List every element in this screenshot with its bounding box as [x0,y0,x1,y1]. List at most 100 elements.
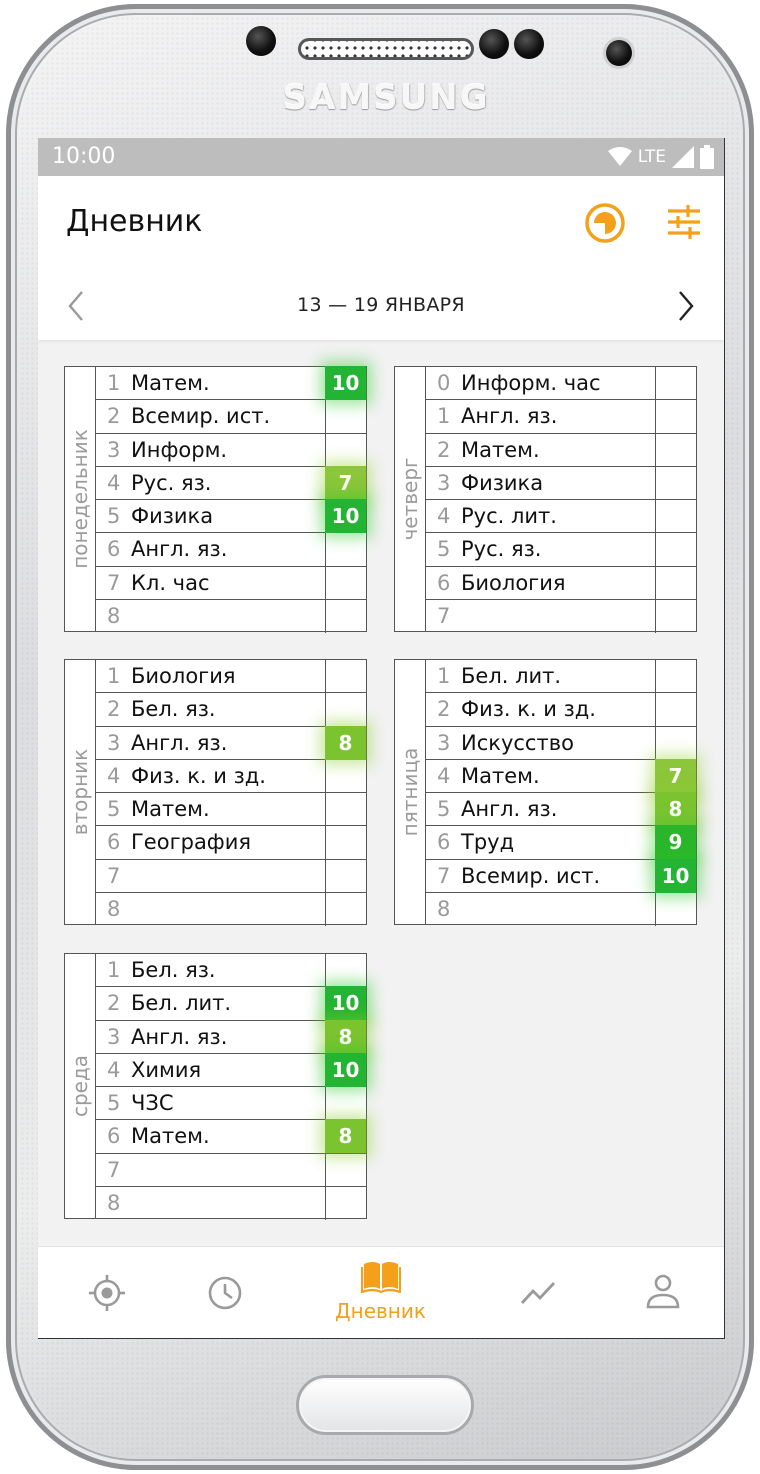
lesson-row[interactable]: 4 Химия 10 [96,1052,366,1087]
lesson-row[interactable]: 2 Всемир. ист. [96,400,366,434]
lesson-row[interactable]: 5 Матем. [96,793,366,827]
lesson-row[interactable]: 6 Англ. яз. [96,533,366,567]
lesson-row[interactable]: 1 Матем. 10 [96,366,366,401]
lesson-row[interactable]: 5 Физика 10 [96,499,366,534]
lesson-number: 3 [437,730,451,755]
grade-cell [655,660,696,693]
filter-button[interactable] [666,204,702,240]
lesson-number: 5 [107,797,121,821]
lesson-number: 6 [437,570,451,595]
next-week-button[interactable] [670,288,700,324]
earpiece-speaker [298,38,474,60]
grade-badge[interactable]: 8 [325,1119,366,1154]
grade-badge[interactable]: 7 [655,758,696,793]
lesson-subject: Англ. яз. [131,730,228,755]
lesson-number: 2 [107,404,121,429]
lesson-number: 5 [437,537,451,562]
grade-badge[interactable]: 9 [655,825,696,860]
lesson-row[interactable]: 0 Информ. час [426,367,696,401]
lesson-subject: Бел. яз. [131,697,216,722]
grade-cell [325,599,366,633]
lesson-row[interactable]: 5 Англ. яз. 8 [426,792,696,827]
lesson-row[interactable]: 8 [96,892,366,926]
lesson-row[interactable]: 1 Англ. яз. [426,400,696,434]
home-button[interactable] [296,1375,474,1435]
lesson-row[interactable]: 4 Рус. яз. 7 [96,465,366,500]
lesson-row[interactable]: 1 Биология [96,660,366,694]
grade-badge[interactable]: 10 [325,986,366,1021]
lesson-row[interactable]: 6 Труд 9 [426,825,696,860]
grade-cell [655,533,696,566]
lesson-number: 6 [437,830,451,855]
lesson-row[interactable]: 8 [96,599,366,633]
book-icon [360,1262,401,1293]
nav-item-profile[interactable] [594,1247,724,1338]
nav-item-clock[interactable] [156,1247,293,1338]
lesson-row[interactable]: 7 [426,599,696,633]
screen: 10:00 LTE Дневник 13 — 19 ЯНВАРЯ понедел… [38,138,725,1339]
lesson-number: 4 [107,470,121,495]
lesson-row[interactable]: 2 Матем. [426,433,696,467]
lesson-row[interactable]: 2 Бел. лит. 10 [96,986,366,1021]
timer-button[interactable] [584,202,626,244]
grade-badge[interactable]: 10 [655,858,696,893]
grade-cell: 7 [655,758,696,793]
lesson-row[interactable]: 3 Англ. яз. 8 [96,725,366,760]
grade-cell: 10 [325,1052,366,1087]
grade-badge[interactable]: 10 [325,1052,366,1087]
day-name: понедельник [68,429,92,569]
grade-cell [325,759,366,792]
lesson-row[interactable]: 3 Физика [426,466,696,500]
lesson-row[interactable]: 8 [96,1186,366,1220]
lesson-row[interactable]: 3 Информ. [96,433,366,467]
lesson-subject: Физика [131,504,214,528]
lesson-row[interactable]: 7 Кл. час [96,566,366,600]
lesson-row[interactable]: 7 [96,859,366,893]
lesson-number: 6 [107,1124,121,1149]
grade-badge[interactable]: 7 [325,465,366,500]
lesson-row[interactable]: 2 Бел. яз. [96,693,366,727]
lesson-number: 4 [107,763,121,788]
lesson-row[interactable]: 5 Рус. яз. [426,533,696,567]
grade-cell [655,892,696,926]
lesson-row[interactable]: 5 ЧЗС [96,1087,366,1121]
lesson-row[interactable]: 6 География [96,826,366,860]
lesson-row[interactable]: 4 Матем. 7 [426,758,696,793]
lesson-row[interactable]: 8 [426,892,696,926]
lesson-subject: Бел. яз. [131,958,216,982]
network-type: LTE [637,147,666,167]
lesson-subject: Матем. [131,371,210,395]
nav-item-diary[interactable]: Дневник [312,1247,449,1338]
lesson-row[interactable]: 1 Бел. лит. [426,660,696,694]
grade-badge[interactable]: 10 [325,366,366,400]
lesson-row[interactable]: 2 Физ. к. и зд. [426,693,696,727]
grade-cell [325,826,366,859]
nav-item-stats[interactable] [469,1247,606,1338]
lesson-row[interactable]: 6 Биология [426,566,696,600]
lesson-row[interactable]: 3 Искусство [426,726,696,760]
lesson-row[interactable]: 7 [96,1153,366,1187]
lesson-subject: Труд [461,830,515,855]
lesson-row[interactable]: 7 Всемир. ист. 10 [426,858,696,893]
lesson-subject: Англ. яз. [131,1024,228,1049]
lesson-number: 0 [437,371,451,395]
front-camera [606,40,632,66]
grade-cell [325,1087,366,1120]
lesson-subject: Англ. яз. [131,537,228,562]
lesson-row[interactable]: 1 Бел. яз. [96,954,366,988]
grade-badge[interactable]: 8 [325,725,366,760]
lesson-subject: Рус. лит. [461,504,557,528]
lesson-number: 4 [437,504,451,528]
grade-cell [655,726,696,759]
grade-badge[interactable]: 8 [655,792,696,826]
grade-badge[interactable]: 8 [325,1019,366,1054]
day-label-cell: вторник [65,660,96,924]
lesson-row[interactable]: 3 Англ. яз. 8 [96,1019,366,1054]
grade-badge[interactable]: 10 [325,499,366,533]
lesson-number: 1 [437,404,451,429]
lesson-row[interactable]: 4 Физ. к. и зд. [96,759,366,793]
lesson-row[interactable]: 4 Рус. лит. [426,500,696,534]
lesson-row[interactable]: 6 Матем. 8 [96,1119,366,1154]
nav-item-target[interactable] [38,1247,175,1338]
lesson-number: 7 [107,863,121,888]
